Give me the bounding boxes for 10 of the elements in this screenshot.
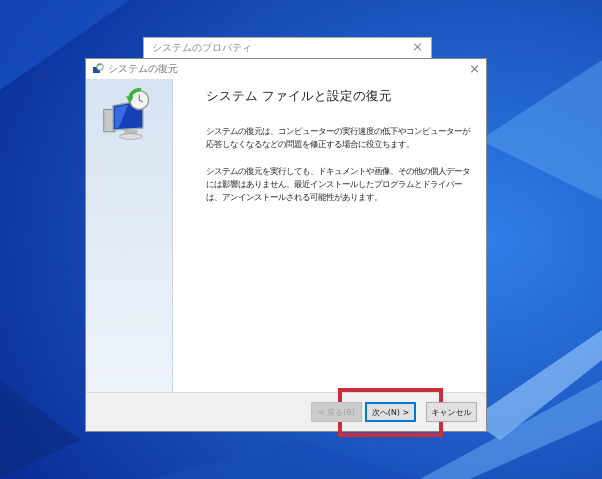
window-title: システムの復元 xyxy=(108,63,179,76)
paragraph: システムの復元は、コンピューターの実行速度の低下やコンピューターが応答しなくなるなどの問題を修正する場合に役立ちます。 xyxy=(206,125,472,151)
restore-icon xyxy=(92,63,104,75)
wizard-button[interactable]: 次へ(N) > xyxy=(365,402,416,422)
paragraph: システムの復元を実行しても、ドキュメントや画像、その他の個人データには影響はありません。最近インストールしたプログラムとドライバーは、アンインストールされる可能性があります。 xyxy=(206,165,471,204)
heading: システム ファイルと設定の復元 xyxy=(206,88,393,105)
close-button[interactable]: × xyxy=(469,62,480,76)
wizard-button[interactable]: キャンセル xyxy=(426,402,477,422)
window-title: システムのプロパティ xyxy=(152,42,252,55)
close-button[interactable]: × xyxy=(412,41,423,54)
